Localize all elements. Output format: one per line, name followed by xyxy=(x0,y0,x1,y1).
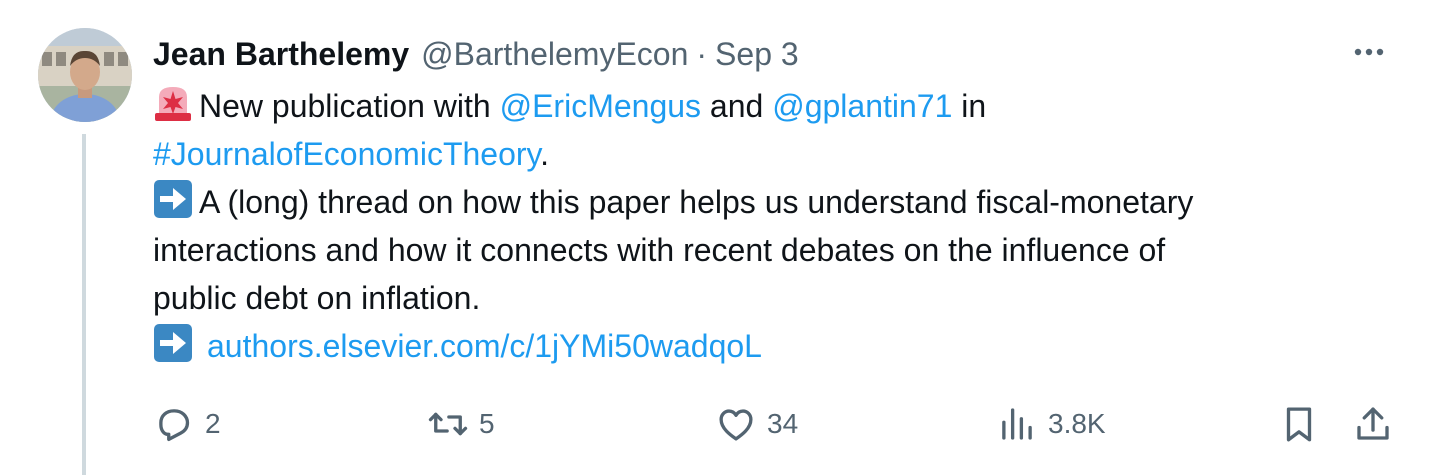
author-handle[interactable]: @BarthelemyEcon xyxy=(421,36,688,73)
body-line-3: A (long) thread on how this paper helps … xyxy=(153,178,1393,226)
external-link[interactable]: authors.elsevier.com/c/1jYMi50wadqoL xyxy=(207,328,762,364)
views-icon xyxy=(1002,408,1032,440)
text-period: . xyxy=(540,136,550,172)
text-and: and xyxy=(701,88,773,124)
text-in: in xyxy=(952,88,987,124)
reply-icon xyxy=(159,409,190,442)
body-line-4: interactions and how it connects with re… xyxy=(153,226,1393,274)
like-count: 34 xyxy=(767,408,799,439)
tweet-date[interactable]: Sep 3 xyxy=(715,36,799,73)
views-count: 3.8K xyxy=(1048,408,1106,439)
share-button[interactable] xyxy=(1352,396,1394,452)
hashtag-link[interactable]: #JournalofEconomicTheory xyxy=(153,136,540,172)
reply-button[interactable]: 2 xyxy=(153,396,221,452)
tweet-body: New publication with @EricMengus and @gp… xyxy=(153,82,1393,370)
mention-gplantin71[interactable]: @gplantin71 xyxy=(772,88,952,124)
thread-text-3: public debt on inflation. xyxy=(153,280,481,316)
share-icon xyxy=(1357,407,1389,440)
body-line-5: public debt on inflation. xyxy=(153,274,1393,322)
like-icon xyxy=(719,409,753,441)
repost-button[interactable]: 5 xyxy=(427,396,495,452)
thread-text-2: interactions and how it connects with re… xyxy=(153,232,1166,268)
right-arrow-emoji-icon xyxy=(154,180,192,218)
reply-count: 2 xyxy=(205,408,221,439)
like-button[interactable]: 34 xyxy=(715,396,798,452)
repost-count: 5 xyxy=(479,408,495,439)
more-icon xyxy=(1354,48,1384,56)
more-button[interactable] xyxy=(1347,30,1391,74)
bookmark-icon xyxy=(1286,407,1312,442)
tweet-header: Jean Barthelemy @BarthelemyEcon · Sep 3 xyxy=(153,31,799,77)
right-arrow-emoji-icon xyxy=(154,324,192,362)
thread-line xyxy=(82,134,86,475)
separator: · xyxy=(696,35,708,72)
action-bar: 2 5 34 3.8K xyxy=(153,396,1398,452)
body-line-2: #JournalofEconomicTheory. xyxy=(153,130,1393,178)
avatar[interactable] xyxy=(38,28,132,122)
avatar-image xyxy=(38,28,132,122)
views-button[interactable]: 3.8K xyxy=(996,396,1106,452)
repost-icon xyxy=(428,412,468,436)
thread-text-1: A (long) thread on how this paper helps … xyxy=(199,184,1194,220)
text-new-publication: New publication with xyxy=(199,88,500,124)
author-name[interactable]: Jean Barthelemy xyxy=(153,36,409,73)
body-line-6: authors.elsevier.com/c/1jYMi50wadqoL xyxy=(153,322,1393,370)
body-line-1: New publication with @EricMengus and @gp… xyxy=(153,82,1393,130)
bookmark-button[interactable] xyxy=(1278,396,1320,452)
mention-ericmengus[interactable]: @EricMengus xyxy=(500,88,701,124)
siren-emoji-icon xyxy=(155,87,191,121)
